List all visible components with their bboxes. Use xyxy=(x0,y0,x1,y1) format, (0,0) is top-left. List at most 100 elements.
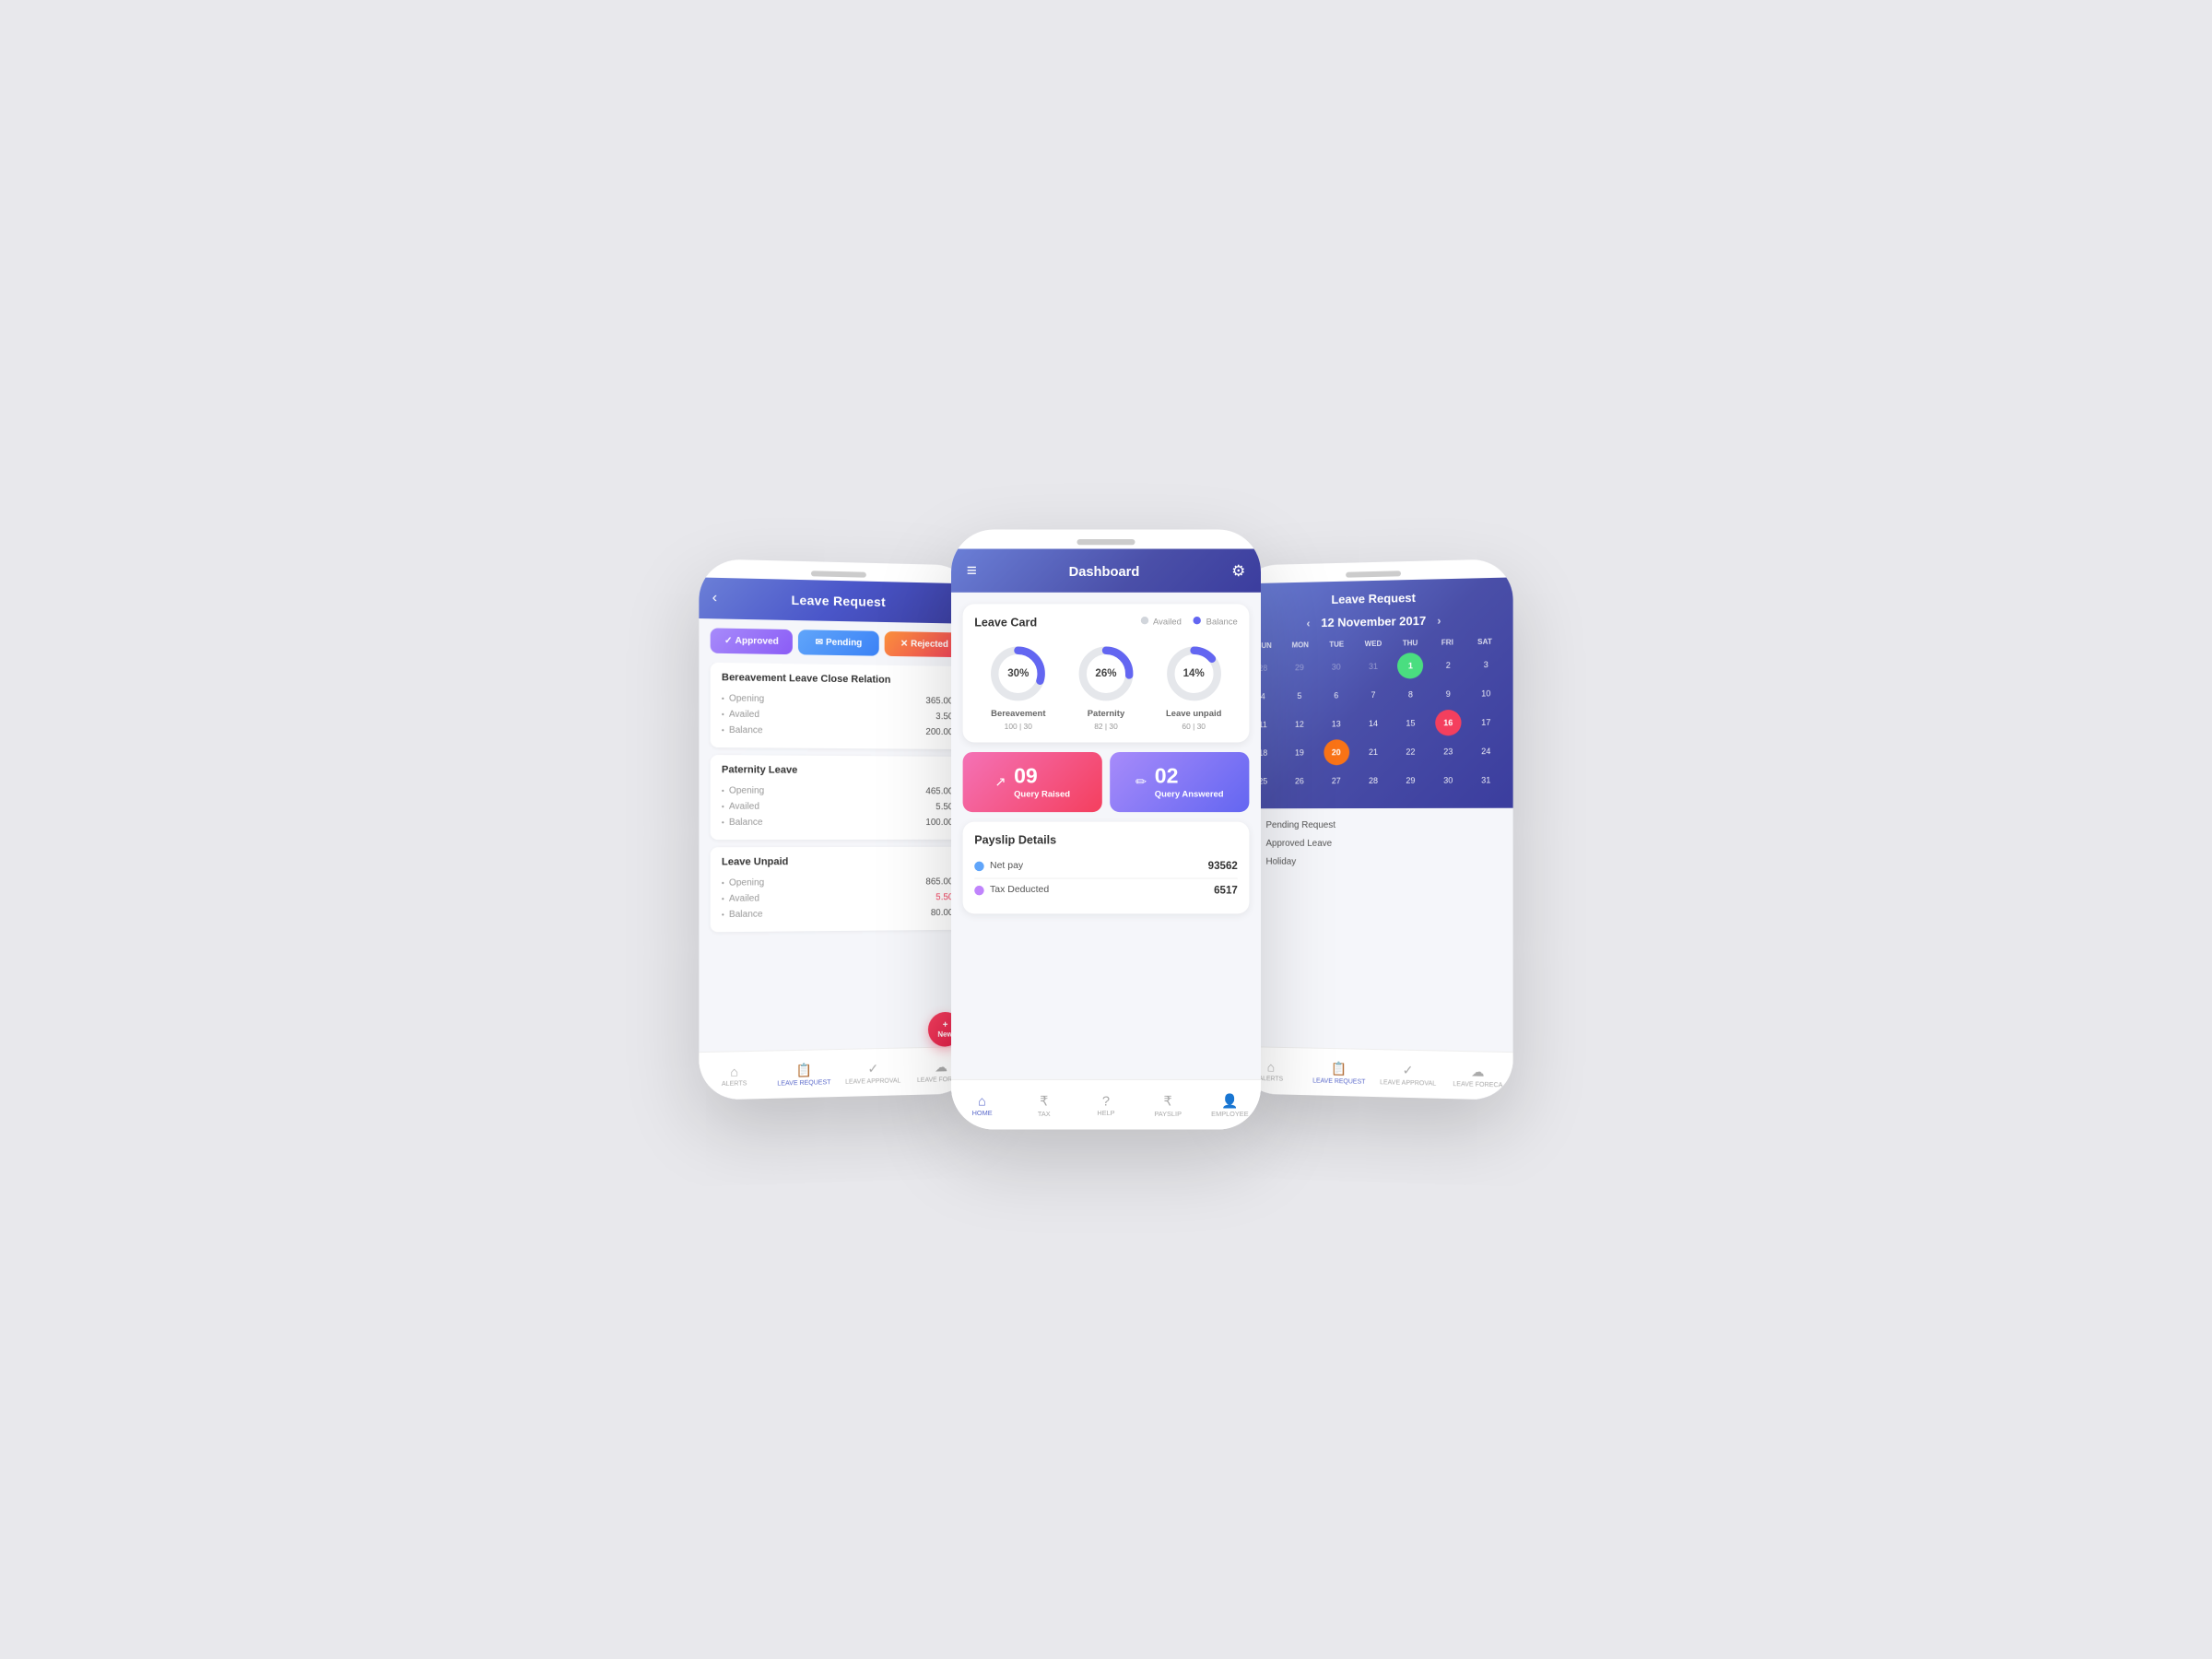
cal-day[interactable]: 29 xyxy=(1397,768,1423,794)
leave-row: Availed 5.50 xyxy=(722,889,953,907)
cal-day[interactable]: 5 xyxy=(1287,683,1312,709)
cal-day[interactable]: 3 xyxy=(1473,652,1500,678)
nav-leave-forecast-right-label: LEAVE FORECA xyxy=(1453,1081,1502,1088)
nav-leave-request[interactable]: 📋 LEAVE REQUEST xyxy=(770,1050,839,1099)
weekday-sat: SAT xyxy=(1466,637,1504,646)
nav-leave-approval-right-label: LEAVE APPROVAL xyxy=(1380,1079,1436,1087)
prev-month-btn[interactable]: ‹ xyxy=(1307,617,1311,629)
cal-day[interactable]: 30 xyxy=(1435,767,1461,793)
cal-day[interactable]: 31 xyxy=(1473,767,1500,793)
cal-day[interactable]: 2 xyxy=(1435,652,1461,678)
balance-value: 100.00 xyxy=(925,818,953,828)
employee-icon: 👤 xyxy=(1221,1092,1238,1109)
nav-leave-request-right-label: LEAVE REQUEST xyxy=(1312,1077,1365,1085)
cal-day[interactable]: 7 xyxy=(1360,682,1386,708)
clipboard-icon: 📋 xyxy=(796,1062,813,1077)
cal-day[interactable]: 19 xyxy=(1287,740,1312,766)
query-answered-btn[interactable]: ✏ 02 Query Answered xyxy=(1110,752,1249,812)
bereavement-counts: 100 | 30 xyxy=(1005,722,1032,730)
cal-day[interactable]: 24 xyxy=(1473,738,1500,765)
pending-icon: ✉ xyxy=(816,638,823,648)
cal-day[interactable]: 27 xyxy=(1324,768,1349,794)
cal-day-holiday[interactable]: 16 xyxy=(1435,710,1461,735)
cal-day[interactable]: 29 xyxy=(1287,654,1312,680)
cal-day[interactable]: 12 xyxy=(1287,712,1312,737)
leave-unpaid-percent: 14% xyxy=(1163,642,1225,704)
nav-alerts-label: ALERTS xyxy=(722,1080,747,1088)
left-phone-header: ‹ Leave Request xyxy=(699,577,974,623)
right-bottom-nav: ⌂ ALERTS 📋 LEAVE REQUEST ✓ LEAVE APPROVA… xyxy=(1237,1046,1512,1100)
tax-row: Tax Deducted 6517 xyxy=(974,877,1238,901)
cal-day[interactable]: 31 xyxy=(1360,653,1386,679)
fab-plus-icon: + xyxy=(943,1020,948,1030)
left-phone-screen: ‹ Leave Request ✓ Approved ✉ Pending ✕ R… xyxy=(699,577,974,1100)
legend-approved: Approved Leave xyxy=(1248,838,1501,849)
nav-alerts-right-label: ALERTS xyxy=(1259,1076,1284,1083)
balance-value: 80.00 xyxy=(931,908,953,918)
leave-row: Balance 200.00 xyxy=(722,723,953,740)
next-month-btn[interactable]: › xyxy=(1437,614,1441,627)
pending-tab[interactable]: ✉ Pending xyxy=(798,629,879,656)
net-pay-label: Net pay xyxy=(974,861,1023,872)
nav-help[interactable]: ? HELP xyxy=(1075,1080,1136,1130)
nav-payslip[interactable]: ₹ PAYSLIP xyxy=(1137,1080,1199,1130)
payslip-title: Payslip Details xyxy=(974,833,1238,847)
cal-day[interactable]: 15 xyxy=(1397,710,1423,735)
cal-day[interactable]: 9 xyxy=(1435,681,1461,708)
nav-leave-forecast-right[interactable]: ☁ LEAVE FORECA xyxy=(1442,1052,1512,1100)
weekday-fri: FRI xyxy=(1429,638,1465,647)
home-icon: ⌂ xyxy=(978,1093,986,1109)
net-pay-row: Net pay 93562 xyxy=(974,854,1238,877)
nav-leave-approval[interactable]: ✓ LEAVE APPROVAL xyxy=(839,1048,907,1097)
leave-row: Opening 865.00 xyxy=(722,874,953,890)
cal-day[interactable]: 8 xyxy=(1397,681,1423,707)
cal-day[interactable]: 26 xyxy=(1287,768,1312,794)
approved-tab[interactable]: ✓ Approved xyxy=(711,628,793,654)
calendar-month-display: 12 November 2017 xyxy=(1321,614,1426,629)
leave-row: Availed 5.50 xyxy=(722,799,953,816)
cal-day[interactable]: 17 xyxy=(1473,709,1500,735)
settings-icon[interactable]: ⚙ xyxy=(1231,561,1245,581)
cal-day-pending[interactable]: 20 xyxy=(1324,739,1349,765)
help-icon: ? xyxy=(1102,1093,1110,1109)
cal-day[interactable]: 21 xyxy=(1360,739,1386,765)
paternity-donut: 26% xyxy=(1075,642,1136,704)
nav-tax[interactable]: ₹ TAX xyxy=(1013,1080,1075,1130)
query-raised-btn[interactable]: ↗ 09 Query Raised xyxy=(963,752,1102,812)
nav-home[interactable]: ⌂ HOME xyxy=(951,1080,1013,1130)
balance-label: Balance xyxy=(722,910,763,920)
dashboard-content: Leave Card Availed Balance xyxy=(951,593,1261,1130)
home-icon: ⌂ xyxy=(730,1064,738,1078)
nav-employee[interactable]: 👤 EMPLOYEE xyxy=(1199,1080,1261,1130)
cal-day[interactable]: 23 xyxy=(1435,738,1461,764)
scene: ‹ Leave Request ✓ Approved ✉ Pending ✕ R… xyxy=(599,544,1613,1115)
cal-day[interactable]: 28 xyxy=(1360,768,1386,794)
calendar-weekdays: SUN MON TUE WED THU FRI SAT xyxy=(1246,637,1503,650)
pending-legend-label: Pending Request xyxy=(1265,820,1335,830)
weekday-wed: WED xyxy=(1355,640,1392,649)
tax-dot xyxy=(974,886,984,896)
cal-day[interactable]: 10 xyxy=(1473,680,1500,707)
back-icon-left[interactable]: ‹ xyxy=(712,590,717,606)
cal-day[interactable]: 13 xyxy=(1324,711,1349,736)
tax-label: Tax Deducted xyxy=(974,885,1049,896)
nav-leave-approval-right[interactable]: ✓ LEAVE APPROVAL xyxy=(1373,1050,1442,1099)
paternity-section: Paternity Leave Opening 465.00 Availed 5… xyxy=(711,755,964,840)
cal-day-today[interactable]: 1 xyxy=(1397,653,1423,679)
center-phone: ≡ Dashboard ⚙ Leave Card Availed xyxy=(951,530,1261,1130)
query-answered-info: 02 Query Answered xyxy=(1155,764,1224,801)
cal-day[interactable]: 14 xyxy=(1360,711,1386,736)
cal-day[interactable]: 22 xyxy=(1397,739,1423,765)
menu-icon[interactable]: ≡ xyxy=(967,560,977,581)
center-phone-screen: ≡ Dashboard ⚙ Leave Card Availed xyxy=(951,549,1261,1130)
circles-row: 30% Bereavement 100 | 30 xyxy=(974,642,1238,731)
check-icon: ✓ xyxy=(867,1061,878,1077)
tax-value: 6517 xyxy=(1214,885,1238,897)
cloud-icon: ☁ xyxy=(1471,1064,1484,1079)
nav-leave-request-right[interactable]: 📋 LEAVE REQUEST xyxy=(1305,1048,1373,1097)
cal-day[interactable]: 30 xyxy=(1324,653,1349,679)
availed-label: Availed xyxy=(722,894,759,904)
cal-day[interactable]: 6 xyxy=(1324,682,1349,708)
leave-legend: Availed Balance xyxy=(1140,617,1237,627)
nav-alerts[interactable]: ⌂ ALERTS xyxy=(699,1052,769,1100)
